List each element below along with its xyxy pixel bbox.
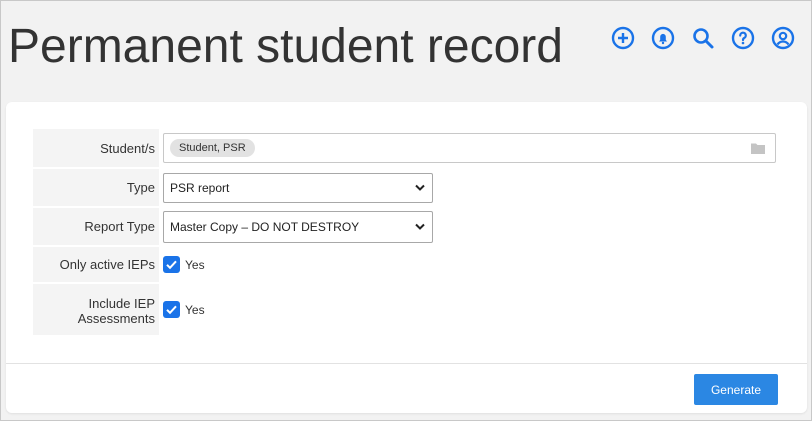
form-card: Student/s Student, PSR Type PSR report R… bbox=[6, 102, 807, 413]
chevron-down-icon bbox=[415, 184, 425, 191]
account-icon[interactable] bbox=[770, 25, 796, 51]
chevron-down-icon bbox=[415, 223, 425, 230]
help-icon[interactable] bbox=[730, 25, 756, 51]
check-icon bbox=[166, 305, 177, 315]
include-iep-assessments-row: Include IEP Assessments Yes bbox=[33, 284, 776, 335]
page-title: Permanent student record bbox=[8, 20, 563, 73]
report-type-label: Report Type bbox=[33, 208, 159, 245]
folder-icon[interactable] bbox=[751, 142, 765, 154]
header-toolbar bbox=[610, 25, 796, 51]
student-chip[interactable]: Student, PSR bbox=[170, 139, 255, 157]
report-type-select-value: Master Copy – DO NOT DESTROY bbox=[170, 219, 360, 234]
footer-divider bbox=[6, 363, 807, 364]
add-circle-icon[interactable] bbox=[610, 25, 636, 51]
only-active-ieps-row: Only active IEPs Yes bbox=[33, 247, 776, 282]
search-icon[interactable] bbox=[690, 25, 716, 51]
students-input[interactable]: Student, PSR bbox=[163, 133, 776, 163]
bell-icon[interactable] bbox=[650, 25, 676, 51]
only-active-ieps-checkbox[interactable] bbox=[163, 256, 180, 273]
type-select[interactable]: PSR report bbox=[163, 172, 433, 203]
type-row: Type PSR report bbox=[33, 169, 776, 206]
include-iep-assessments-yes-label: Yes bbox=[185, 302, 205, 317]
only-active-ieps-yes-label: Yes bbox=[185, 257, 205, 272]
report-type-row: Report Type Master Copy – DO NOT DESTROY bbox=[33, 208, 776, 245]
students-row: Student/s Student, PSR bbox=[33, 129, 776, 167]
only-active-ieps-label: Only active IEPs bbox=[33, 247, 159, 282]
type-label: Type bbox=[33, 169, 159, 206]
form-table: Student/s Student, PSR Type PSR report R… bbox=[33, 129, 776, 337]
generate-button[interactable]: Generate bbox=[694, 374, 778, 405]
include-iep-assessments-label: Include IEP Assessments bbox=[33, 284, 159, 335]
check-icon bbox=[166, 260, 177, 270]
include-iep-assessments-checkbox[interactable] bbox=[163, 301, 180, 318]
students-label: Student/s bbox=[33, 129, 159, 167]
report-type-select[interactable]: Master Copy – DO NOT DESTROY bbox=[163, 210, 433, 243]
type-select-value: PSR report bbox=[170, 180, 230, 195]
